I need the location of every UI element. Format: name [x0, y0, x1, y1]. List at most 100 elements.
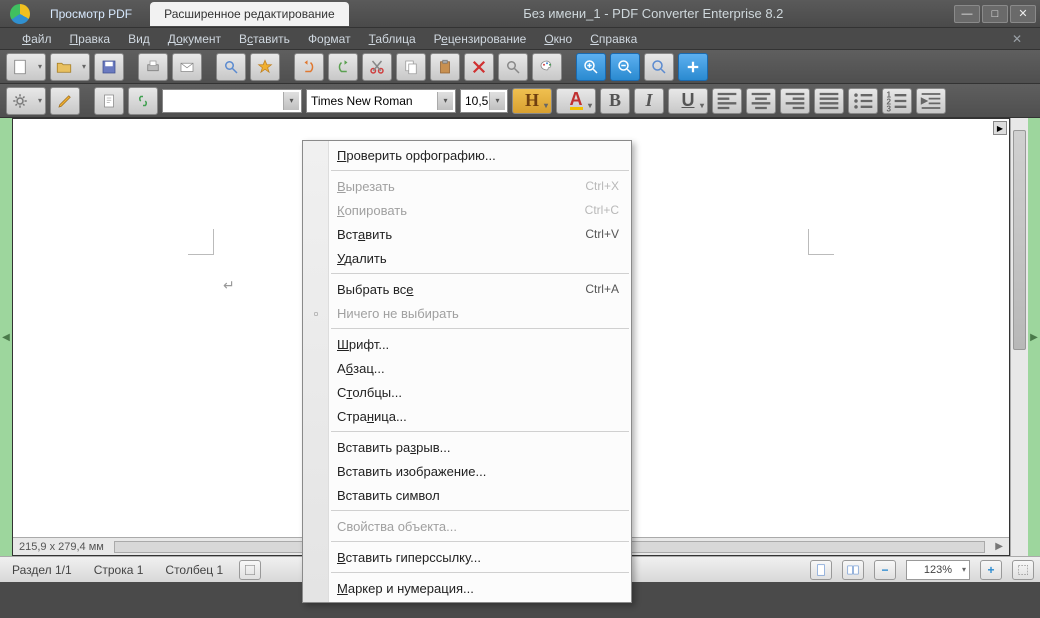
status-column: Столбец 1: [159, 563, 229, 577]
selection-icon: ▫: [307, 304, 325, 322]
find-button[interactable]: [216, 53, 246, 81]
underline-button[interactable]: U: [668, 88, 708, 114]
ctx-delete[interactable]: Удалить: [303, 246, 631, 270]
copy-button[interactable]: [396, 53, 426, 81]
bold-button[interactable]: B: [600, 88, 630, 114]
paste-icon: [307, 225, 325, 243]
scroll-right-icon[interactable]: ▶: [995, 541, 1003, 552]
edit-tool-button[interactable]: [50, 87, 80, 115]
ctx-insert-symbol[interactable]: Вставить символ: [303, 483, 631, 507]
zoom-out-status-button[interactable]: −: [874, 560, 896, 580]
color-button[interactable]: [532, 53, 562, 81]
undo-button[interactable]: [294, 53, 324, 81]
add-button[interactable]: [678, 53, 708, 81]
ctx-font[interactable]: Шрифт...: [303, 332, 631, 356]
settings-button[interactable]: [6, 87, 46, 115]
vscroll[interactable]: [1010, 118, 1028, 556]
close-button[interactable]: ✕: [1010, 5, 1036, 23]
svg-text:3: 3: [887, 104, 892, 113]
ctx-paragraph[interactable]: Абзац...: [303, 356, 631, 380]
menu-help[interactable]: Справка: [582, 30, 645, 48]
save-button[interactable]: [94, 53, 124, 81]
mail-button[interactable]: [172, 53, 202, 81]
open-button[interactable]: [50, 53, 90, 81]
italic-button[interactable]: I: [634, 88, 664, 114]
zoom-fit-button[interactable]: [644, 53, 674, 81]
ctx-insert-image[interactable]: Вставить изображение...: [303, 459, 631, 483]
font-combo[interactable]: Times New Roman▾: [306, 89, 456, 113]
layout-icon[interactable]: [239, 560, 261, 580]
align-justify-button[interactable]: [814, 88, 844, 114]
zoom-combo[interactable]: 123%: [906, 560, 970, 580]
minimize-button[interactable]: —: [954, 5, 980, 23]
ctx-insert-break[interactable]: Вставить разрыв...: [303, 435, 631, 459]
zoom-in-button[interactable]: [576, 53, 606, 81]
paste-button[interactable]: [430, 53, 460, 81]
bullets-button[interactable]: [848, 88, 878, 114]
page-view-button[interactable]: [810, 560, 832, 580]
delete-button[interactable]: [464, 53, 494, 81]
highlight-button[interactable]: H: [512, 88, 552, 114]
page-size-label: 215,9 x 279,4 мм: [19, 541, 104, 553]
vscroll-thumb[interactable]: [1013, 130, 1026, 350]
size-combo[interactable]: 10,5▾: [460, 89, 508, 113]
menu-document[interactable]: Документ: [160, 30, 229, 48]
ctx-page[interactable]: Страница...: [303, 404, 631, 428]
menu-window[interactable]: Окно: [536, 30, 580, 48]
left-panel-handle[interactable]: ◀: [0, 118, 12, 556]
indent-button[interactable]: [916, 88, 946, 114]
ctx-spellcheck[interactable]: Проверить орфографию...: [303, 143, 631, 167]
cursor-tool-button[interactable]: [94, 87, 124, 115]
menu-bar: Файл Правка Вид Документ Вставить Формат…: [0, 28, 1040, 50]
tab-view-pdf[interactable]: Просмотр PDF: [36, 2, 146, 26]
window-title: Без имени_1 - PDF Converter Enterprise 8…: [353, 6, 954, 21]
menu-format[interactable]: Формат: [300, 30, 359, 48]
print-button[interactable]: [138, 53, 168, 81]
redo-button[interactable]: [328, 53, 358, 81]
title-bar: Просмотр PDF Расширенное редактирование …: [0, 0, 1040, 28]
style-combo[interactable]: ▾: [162, 89, 302, 113]
zoom-out-button[interactable]: [610, 53, 640, 81]
fullscreen-button[interactable]: [1012, 560, 1034, 580]
format-toolbar: ▾ Times New Roman▾ 10,5▾ H A B I U 123: [0, 84, 1040, 118]
ctx-copy: КопироватьCtrl+C: [303, 198, 631, 222]
numbering-button[interactable]: 123: [882, 88, 912, 114]
maximize-button[interactable]: □: [982, 5, 1008, 23]
menu-table[interactable]: Таблица: [361, 30, 424, 48]
text-cursor-icon: ↵: [223, 277, 235, 294]
cut-button[interactable]: [362, 53, 392, 81]
zoom-in-status-button[interactable]: +: [980, 560, 1002, 580]
main-toolbar: [0, 50, 1040, 84]
right-panel-handle[interactable]: ▶: [1028, 118, 1040, 556]
menu-edit[interactable]: Правка: [62, 30, 119, 48]
ctx-select-all[interactable]: Выбрать всеCtrl+A: [303, 277, 631, 301]
align-right-button[interactable]: [780, 88, 810, 114]
font-color-button[interactable]: A: [556, 88, 596, 114]
two-page-view-button[interactable]: [842, 560, 864, 580]
ctx-insert-hyperlink[interactable]: Вставить гиперссылку...: [303, 545, 631, 569]
menu-file[interactable]: Файл: [14, 30, 60, 48]
ruler-toggle[interactable]: ▶: [993, 121, 1007, 135]
app-logo-icon: [10, 4, 30, 24]
new-button[interactable]: [6, 53, 46, 81]
link-tool-button[interactable]: [128, 87, 158, 115]
menu-view[interactable]: Вид: [120, 30, 158, 48]
ctx-object-props: Свойства объекта...: [303, 514, 631, 538]
margin-corner-icon: [188, 229, 214, 255]
ctx-columns[interactable]: Столбцы...: [303, 380, 631, 404]
ctx-select-none: ▫Ничего не выбирать: [303, 301, 631, 325]
context-menu: Проверить орфографию... ВырезатьCtrl+X К…: [302, 140, 632, 603]
status-line: Строка 1: [88, 563, 150, 577]
ctx-cut: ВырезатьCtrl+X: [303, 174, 631, 198]
doc-close-button[interactable]: ✕: [1008, 32, 1026, 46]
menu-review[interactable]: Рецензирование: [426, 30, 535, 48]
align-center-button[interactable]: [746, 88, 776, 114]
favorite-button[interactable]: [250, 53, 280, 81]
align-left-button[interactable]: [712, 88, 742, 114]
menu-insert[interactable]: Вставить: [231, 30, 298, 48]
ctx-paste[interactable]: ВставитьCtrl+V: [303, 222, 631, 246]
ctx-bullets[interactable]: Маркер и нумерация...: [303, 576, 631, 600]
eyedropper-button[interactable]: [498, 53, 528, 81]
status-section: Раздел 1/1: [6, 563, 78, 577]
tab-advanced-edit[interactable]: Расширенное редактирование: [150, 2, 349, 26]
